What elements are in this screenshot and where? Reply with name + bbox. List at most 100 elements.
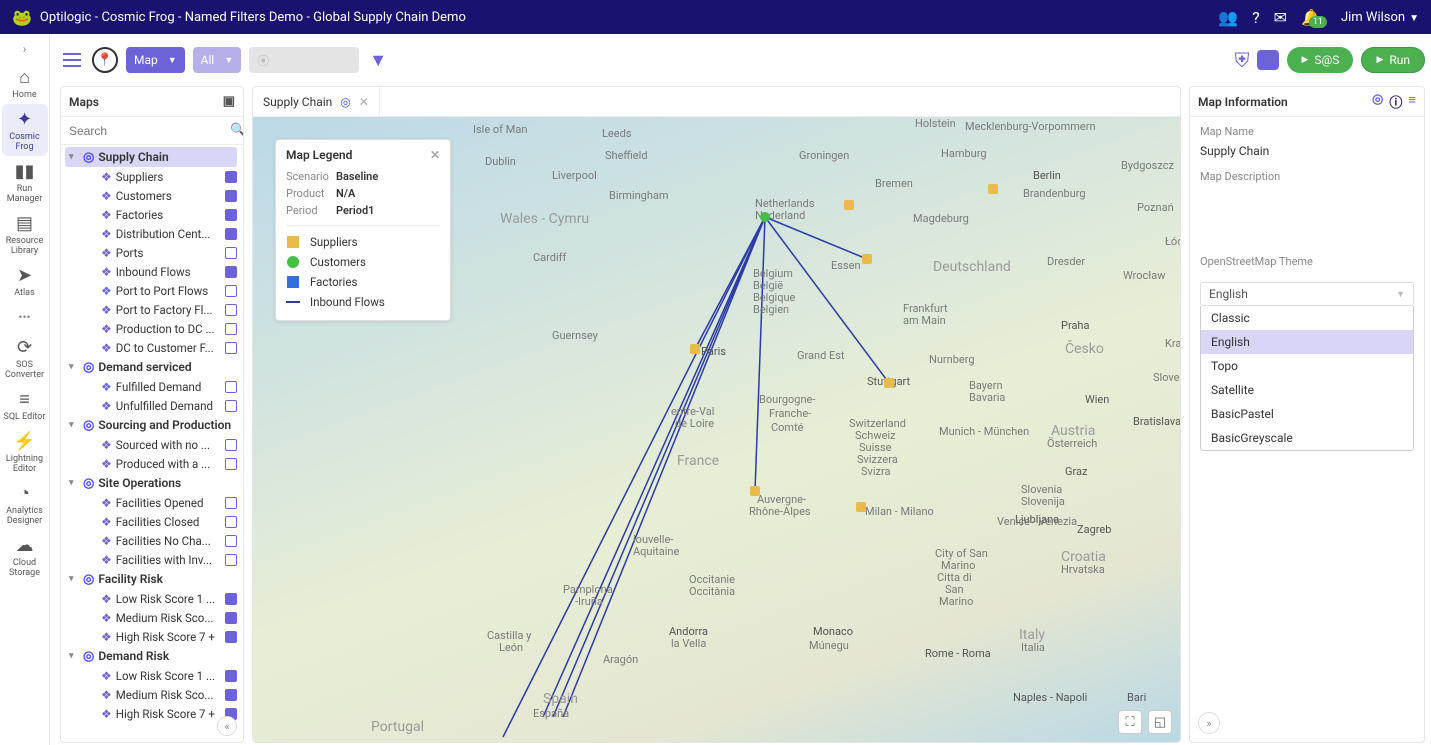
tree-leaf[interactable]: ❖Low Risk Score 1 ... <box>65 666 243 685</box>
rail-more-icon[interactable]: ••• <box>18 306 30 328</box>
camera-icon[interactable]: ▣ <box>223 94 235 109</box>
tree-group[interactable]: ▾◎Demand Risk <box>65 646 243 666</box>
user-menu[interactable]: Jim Wilson▼ <box>1341 10 1419 25</box>
tree-leaf[interactable]: ❖Low Risk Score 1 ... <box>65 589 243 608</box>
tree-group[interactable]: ▾◎Demand serviced <box>65 357 243 377</box>
visibility-checkbox[interactable] <box>225 190 237 202</box>
theme-option[interactable]: Satellite <box>1201 378 1413 402</box>
visibility-checkbox[interactable] <box>225 381 237 393</box>
visibility-checkbox[interactable] <box>225 670 237 682</box>
visibility-checkbox[interactable] <box>225 439 237 451</box>
tree-leaf[interactable]: ❖High Risk Score 7 + <box>65 704 243 723</box>
osm-theme-select[interactable]: English ▼ <box>1200 282 1414 306</box>
pin-icon[interactable]: ◎ <box>1372 92 1383 111</box>
theme-option[interactable]: BasicGreyscale <box>1201 426 1413 450</box>
people-icon[interactable]: 👥 <box>1218 8 1238 27</box>
tree-leaf[interactable]: ❖Medium Risk Sco... <box>65 685 243 704</box>
search-icon[interactable]: 🔍 <box>230 123 244 138</box>
supplier-node[interactable] <box>690 344 700 354</box>
tree-leaf[interactable]: ❖Facilities No Cha... <box>65 531 243 550</box>
visibility-checkbox[interactable] <box>225 689 237 701</box>
tree-leaf[interactable]: ❖Facilities Closed <box>65 512 243 531</box>
tree-leaf[interactable]: ❖Fulfilled Demand <box>65 377 243 396</box>
theme-option[interactable]: English <box>1201 330 1413 354</box>
expand-panel-button[interactable]: » <box>1198 712 1220 734</box>
tree-leaf[interactable]: ❖Medium Risk Sco... <box>65 608 243 627</box>
supplier-node[interactable] <box>862 254 872 264</box>
tree-group[interactable]: ▾◎Facility Risk <box>65 569 243 589</box>
tab-supply-chain[interactable]: Supply Chain ◎ ✕ <box>253 87 380 117</box>
chat-icon[interactable] <box>1257 50 1279 70</box>
tree-leaf[interactable]: ❖Sourced with no ... <box>65 435 243 454</box>
close-icon[interactable]: ✕ <box>430 148 440 162</box>
rail-item-cosmic-frog[interactable]: ✦Cosmic Frog <box>2 104 48 156</box>
help-icon[interactable]: ? <box>1252 8 1260 27</box>
view-mode-map[interactable]: Map▼ <box>126 47 185 73</box>
supplier-node[interactable] <box>750 486 760 496</box>
tree-leaf[interactable]: ❖Facilities Opened <box>65 493 243 512</box>
rail-item-sql-editor[interactable]: ≡SQL Editor <box>2 384 48 426</box>
visibility-checkbox[interactable] <box>225 458 237 470</box>
tree-leaf[interactable]: ❖Port to Factory Fl... <box>65 300 243 319</box>
visibility-checkbox[interactable] <box>225 400 237 412</box>
settings-icon[interactable]: ≡ <box>1408 92 1416 111</box>
visibility-checkbox[interactable] <box>225 171 237 183</box>
info-icon[interactable]: ⓘ <box>1389 92 1402 111</box>
visibility-checkbox[interactable] <box>225 247 237 259</box>
tree-leaf[interactable]: ❖High Risk Score 7 + <box>65 627 243 646</box>
tree-group[interactable]: ▾◎Supply Chain <box>65 147 237 167</box>
tree-leaf[interactable]: ❖Factories <box>65 205 243 224</box>
menu-icon[interactable] <box>60 48 84 72</box>
visibility-checkbox[interactable] <box>225 323 237 335</box>
visibility-checkbox[interactable] <box>225 285 237 297</box>
tree-group[interactable]: ▾◎Sourcing and Production <box>65 415 243 435</box>
maps-search-input[interactable] <box>67 120 226 142</box>
run-button[interactable]: ▶Run <box>1361 47 1425 73</box>
supplier-node[interactable] <box>884 378 894 388</box>
rail-item-sos-converter[interactable]: ⟳SOS Converter <box>2 332 48 384</box>
theme-option[interactable]: BasicPastel <box>1201 402 1413 426</box>
tree-leaf[interactable]: ❖Facilities with Inv... <box>65 550 243 569</box>
tree-leaf[interactable]: ❖Suppliers <box>65 167 243 186</box>
visibility-checkbox[interactable] <box>225 612 237 624</box>
visibility-checkbox[interactable] <box>225 497 237 509</box>
tree-leaf[interactable]: ❖Customers <box>65 186 243 205</box>
tree-leaf[interactable]: ❖Unfulfilled Demand <box>65 396 243 415</box>
bell-icon[interactable]: 🔔11 <box>1301 8 1321 27</box>
visibility-checkbox[interactable] <box>225 342 237 354</box>
tree-leaf[interactable]: ❖Port to Port Flows <box>65 281 243 300</box>
visibility-checkbox[interactable] <box>225 535 237 547</box>
tree-leaf[interactable]: ❖Inbound Flows <box>65 262 243 281</box>
visibility-checkbox[interactable] <box>225 554 237 566</box>
theme-option[interactable]: Topo <box>1201 354 1413 378</box>
map-canvas[interactable]: Map Legend ✕ ScenarioBaseline ProductN/A… <box>253 117 1180 742</box>
visibility-checkbox[interactable] <box>225 304 237 316</box>
visibility-checkbox[interactable] <box>225 228 237 240</box>
collapse-panel-button[interactable]: « <box>217 716 237 736</box>
visibility-checkbox[interactable] <box>225 266 237 278</box>
visibility-checkbox[interactable] <box>225 593 237 605</box>
supplier-node[interactable] <box>856 502 866 512</box>
rail-item-analytics-designer[interactable]: ◔Analytics Designer <box>2 478 48 530</box>
rail-expand-toggle[interactable]: › <box>6 40 44 58</box>
tree-group[interactable]: ▾◎Site Operations <box>65 473 243 493</box>
tree-leaf[interactable]: ❖DC to Customer F... <box>65 338 243 357</box>
theme-option[interactable]: Classic <box>1201 306 1413 330</box>
tree-leaf[interactable]: ❖Produced with a ... <box>65 454 243 473</box>
visibility-checkbox[interactable] <box>225 631 237 643</box>
close-icon[interactable]: ✕ <box>359 95 369 109</box>
shield-icon[interactable]: ⛨ <box>1234 48 1249 72</box>
mail-icon[interactable]: ✉ <box>1274 8 1287 27</box>
rail-item-resource-library[interactable]: ▤Resource Library <box>2 208 48 260</box>
osm-theme-dropdown[interactable]: ClassicEnglishTopoSatelliteBasicPastelBa… <box>1200 306 1414 451</box>
rail-item-lightning-editor[interactable]: ⚡Lightning Editor <box>2 426 48 478</box>
fit-icon[interactable]: ◱ <box>1148 710 1172 734</box>
rail-item-home[interactable]: ⌂Home <box>2 62 48 104</box>
supplier-node[interactable] <box>844 200 854 210</box>
tree-leaf[interactable]: ❖Production to DC ... <box>65 319 243 338</box>
maps-tree[interactable]: ▾◎Supply Chain❖Suppliers❖Customers❖Facto… <box>61 145 243 742</box>
rail-item-cloud-storage[interactable]: ☁Cloud Storage <box>2 530 48 582</box>
map-name-value[interactable]: Supply Chain <box>1200 144 1414 158</box>
tree-leaf[interactable]: ❖Distribution Cent... <box>65 224 243 243</box>
visibility-checkbox[interactable] <box>225 209 237 221</box>
